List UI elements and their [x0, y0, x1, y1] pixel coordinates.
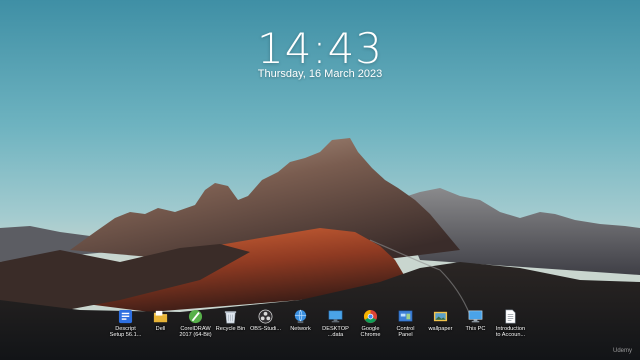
desktop-icon-coreldraw[interactable]: CorelDRAW 2017 (64-Bit) [178, 309, 213, 349]
desktop-icon-label: Control Panel [396, 326, 415, 339]
control-panel-icon [398, 310, 413, 322]
lock-screen-time: 14:43 [256, 24, 384, 73]
lock-screen-date: Thursday, 16 March 2023 [257, 68, 383, 80]
obs-studio-icon [258, 309, 273, 324]
desktop-icon-this-pc[interactable]: This PC [458, 309, 493, 349]
desktop-icon-label: Dell [155, 326, 166, 332]
desktop-icon-label: Network [290, 326, 311, 332]
desktop-icon-label: Descript Setup 56.1... [109, 326, 142, 339]
network-icon [294, 309, 307, 324]
desktop-icon-label: DESKTOP ...data [322, 326, 349, 339]
folder-icon [153, 310, 168, 323]
desktop-icon-recycle-bin[interactable]: Recycle Bin [213, 309, 248, 349]
desktop-icon-dell[interactable]: Dell [143, 309, 178, 349]
desktop-icon-label: wallpaper [428, 326, 453, 332]
desktop-icon-obs-studio[interactable]: OBS-Studi... [248, 309, 283, 349]
recycle-bin-icon [224, 311, 237, 324]
desktop-icon-control-panel[interactable]: Control Panel [388, 309, 423, 349]
desktop-icon-desktop-data[interactable]: DESKTOP ...data [318, 309, 353, 349]
descript-setup-icon [118, 309, 133, 324]
coreldraw-icon [188, 309, 203, 324]
image-file-icon [433, 311, 448, 322]
document-icon [505, 309, 516, 324]
desktop-icon-label: Google Chrome [360, 326, 381, 339]
desktop-icon-google-chrome[interactable]: Google Chrome [353, 309, 388, 349]
desktop-icon-network[interactable]: Network [283, 309, 318, 349]
desktop-icon-descript-setup[interactable]: Descript Setup 56.1... [108, 309, 143, 349]
udemy-watermark: Udemy [612, 348, 632, 354]
desktop-icon-introduction[interactable]: Introduction to Accoun... [493, 309, 528, 349]
chrome-icon [363, 309, 378, 324]
desktop-icon-label: Introduction to Accoun... [495, 326, 526, 339]
desktop-icon-label: This PC [465, 326, 486, 332]
desktop-icon-label: Recycle Bin [215, 326, 246, 332]
desktop-icon-label: CorelDRAW 2017 (64-Bit) [179, 326, 212, 339]
this-pc-icon [468, 310, 483, 323]
desktop-data-icon [328, 310, 343, 323]
desktop-icon-label: OBS-Studi... [249, 326, 282, 332]
desktop-icon-wallpaper[interactable]: wallpaper [423, 309, 458, 349]
desktop-icon-row: Descript Setup 56.1... Dell CorelDRAW 20… [108, 309, 528, 349]
